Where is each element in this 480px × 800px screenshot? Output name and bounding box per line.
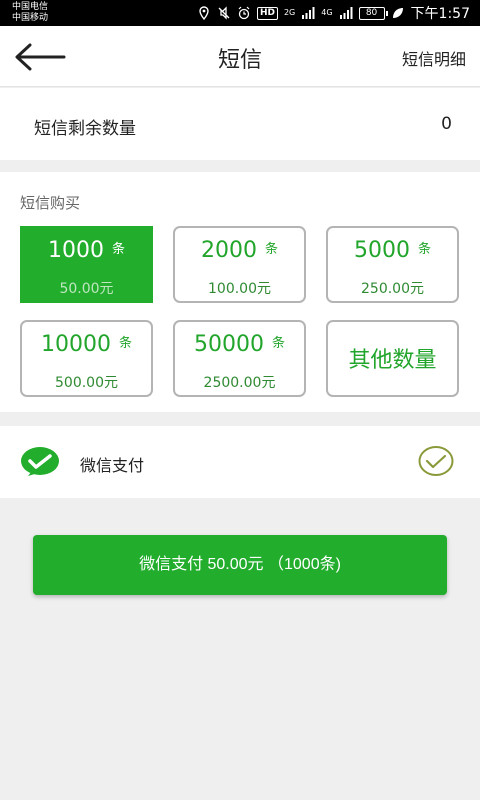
package-unit: 条 [417,242,431,257]
payment-method-wechat[interactable]: 微信支付 [0,426,480,498]
nav-bar: 短信 短信明细 [0,26,480,87]
package-count: 10000 [40,332,111,357]
package-option-2000[interactable]: 2000 条 100.00元 [173,226,306,303]
package-count: 5000 [353,238,410,263]
leaf-icon [392,8,403,18]
package-option-10000[interactable]: 10000 条 500.00元 [20,320,153,397]
check-circle-icon[interactable] [418,445,454,477]
other-quantity-label: 其他数量 [348,348,437,373]
signal-icon [339,7,353,19]
package-option-5000[interactable]: 5000 条 250.00元 [326,226,459,303]
carrier-info: 中国电信 中国移动 [12,2,48,24]
clock: 下午1:57 [410,6,470,22]
package-unit: 条 [111,242,125,257]
payment-method-label: 微信支付 [80,456,145,475]
package-price: 100.00元 [208,281,271,297]
package-count: 2000 [200,238,257,263]
wechat-icon [21,447,59,476]
carrier-1: 中国电信 [12,2,49,12]
package-count-row: 5000 条 [328,238,457,263]
package-count-row: 2000 条 [175,238,304,263]
network-2g-label: 2G [283,8,296,17]
mute-icon [218,6,230,20]
carrier-2: 中国移动 [12,13,49,23]
package-unit: 条 [271,336,285,351]
package-option-1000[interactable]: 1000 条 50.00元 [20,226,153,303]
alarm-icon [238,6,250,20]
hd-badge: HD [256,6,278,20]
remaining-sms-row: 短信剩余数量 0 [0,88,480,160]
sms-details-link[interactable]: 短信明细 [402,46,466,70]
package-price: 50.00元 [59,281,114,297]
package-unit: 条 [264,242,278,257]
pay-button[interactable]: 微信支付 50.00元 （1000条) [33,535,447,595]
sms-purchase-section: 短信购买 1000 条 50.00元 2000 条 100.00元 5000 条 25… [0,172,480,412]
package-count-row: 10000 条 [22,332,151,357]
package-count: 1000 [47,238,104,263]
network-4g-label: 4G [321,8,333,17]
status-icons: HD 2G 4G 80 下午1:57 [197,4,470,22]
battery-indicator: 80 [358,6,388,20]
back-arrow-icon[interactable] [12,42,68,72]
package-price: 2500.00元 [203,375,276,391]
signal-icon [302,7,315,19]
package-price: 500.00元 [55,375,118,391]
location-icon [199,6,209,20]
package-count-row: 50000 条 [175,332,304,357]
remaining-sms-value: 0 [441,114,452,134]
package-count: 50000 [193,332,264,357]
package-option-50000[interactable]: 50000 条 2500.00元 [173,320,306,397]
sms-purchase-title: 短信购买 [20,194,81,212]
package-price: 250.00元 [361,281,424,297]
package-option-other[interactable]: 其他数量 [326,320,459,397]
package-count-row: 1000 条 [22,238,151,263]
package-unit: 条 [118,336,132,351]
status-bar: 中国电信 中国移动 HD 2G 4G 80 下午1:57 [0,0,480,26]
remaining-sms-label: 短信剩余数量 [34,119,136,139]
